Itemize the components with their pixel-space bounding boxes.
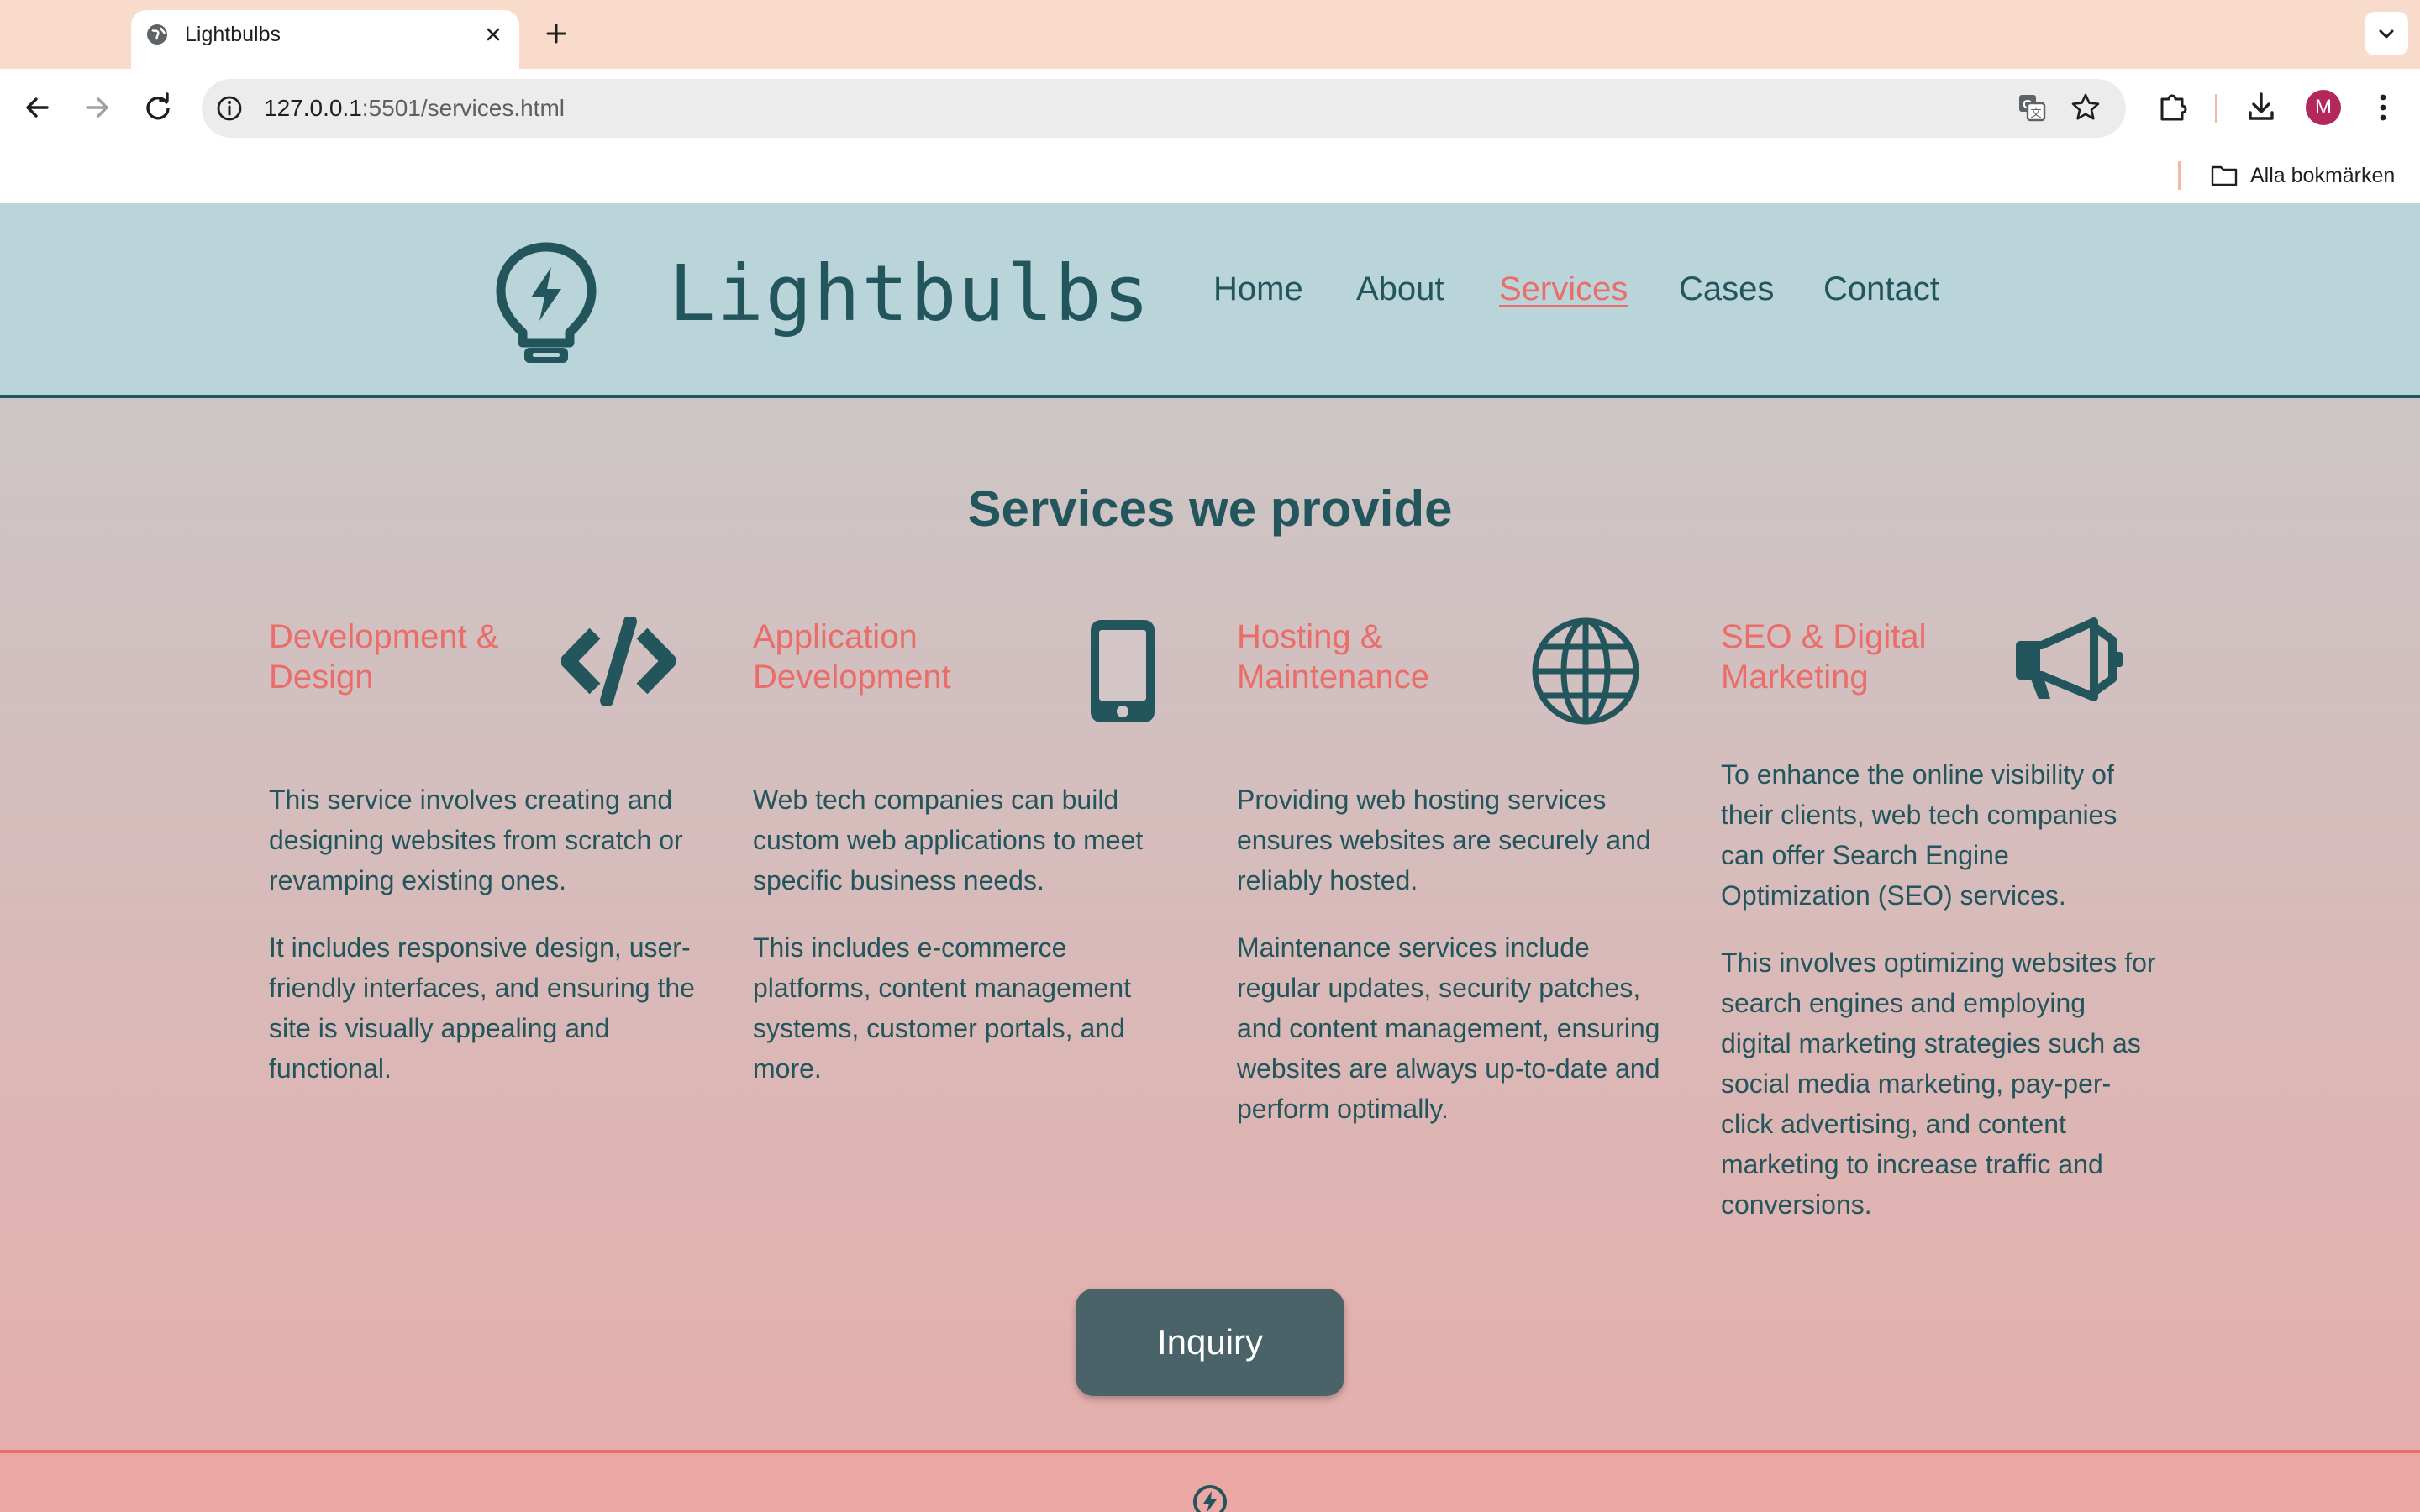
code-icon xyxy=(561,617,676,706)
reload-icon[interactable] xyxy=(138,87,178,128)
service-title-line: Development xyxy=(753,659,951,696)
service-title-seo: SEO & Digital Marketing xyxy=(1721,617,1927,697)
service-title-line: SEO & Digital xyxy=(1721,618,1927,655)
mobile-phone-icon xyxy=(1091,620,1155,722)
service-title-line: Maintenance xyxy=(1237,659,1430,696)
close-icon[interactable] xyxy=(481,22,506,47)
url-text[interactable]: 127.0.0.1:5501/services.html xyxy=(264,92,565,124)
more-menu-icon[interactable] xyxy=(2368,89,2398,126)
tab-title: Lightbulbs xyxy=(185,23,281,46)
all-bookmarks-label[interactable]: Alla bokmärken xyxy=(2250,162,2395,189)
forward-arrow-icon[interactable] xyxy=(77,87,118,128)
svg-text:文: 文 xyxy=(2030,108,2041,120)
url-path: :5501/services.html xyxy=(361,95,565,121)
service-title-hosting: Hosting & Maintenance xyxy=(1237,617,1429,697)
profile-avatar[interactable]: M xyxy=(2306,90,2341,125)
nav-about[interactable]: About xyxy=(1356,269,1444,309)
nav-home[interactable]: Home xyxy=(1213,269,1303,309)
service-title-development: Development & Design xyxy=(269,617,498,697)
service-title-line: Marketing xyxy=(1721,659,1869,696)
toolbar-separator xyxy=(2215,94,2217,123)
site-logo-text[interactable]: Lightbulbs xyxy=(669,252,1151,336)
site-header xyxy=(0,203,2420,398)
nav-cases[interactable]: Cases xyxy=(1679,269,1774,309)
service-description: To enhance the online visibility of thei… xyxy=(1721,759,2118,911)
bookmarks-separator xyxy=(2178,161,2181,190)
globe-favicon-icon xyxy=(147,24,167,45)
service-title-line: Design xyxy=(269,659,374,696)
new-tab-plus-icon[interactable] xyxy=(541,18,571,49)
url-host: 127.0.0.1 xyxy=(264,95,362,121)
service-title-line: Hosting & xyxy=(1237,618,1383,655)
back-arrow-icon[interactable] xyxy=(17,87,57,128)
service-title-line: Application xyxy=(753,618,918,655)
megaphone-icon xyxy=(2016,617,2123,701)
inquiry-button[interactable]: Inquiry xyxy=(1076,1289,1344,1396)
page-title: Services we provide xyxy=(967,480,1453,537)
extensions-puzzle-icon[interactable] xyxy=(2154,89,2191,126)
bookmarks-bar xyxy=(0,146,2420,203)
globe-icon xyxy=(1532,617,1639,725)
folder-icon[interactable] xyxy=(2210,163,2238,188)
footer-logo-icon[interactable] xyxy=(1192,1483,1228,1512)
site-info-icon[interactable] xyxy=(213,92,245,124)
service-description: It includes responsive design, user-frie… xyxy=(269,932,695,1084)
service-description: This includes e-commerce platforms, cont… xyxy=(753,932,1132,1084)
service-title-application: Application Development xyxy=(753,617,951,697)
tab-search-button[interactable] xyxy=(2365,12,2408,55)
translate-icon[interactable]: G 文 xyxy=(2015,91,2049,124)
service-description: This service involves creating and desig… xyxy=(269,785,683,895)
service-description: Web tech companies can build custom web … xyxy=(753,785,1144,895)
service-title-line: Development & xyxy=(269,618,499,655)
lightbulb-logo-icon[interactable] xyxy=(494,242,598,366)
service-description: This involves optimizing websites for se… xyxy=(1721,948,2156,1220)
bookmark-star-icon[interactable] xyxy=(2069,91,2102,124)
chevron-down-icon xyxy=(2379,29,2394,39)
download-icon[interactable] xyxy=(2242,87,2281,126)
service-description: Providing web hosting services ensures w… xyxy=(1237,785,1651,895)
nav-services[interactable]: Services xyxy=(1499,269,1628,309)
service-description: Maintenance services include regular upd… xyxy=(1237,932,1660,1124)
nav-contact[interactable]: Contact xyxy=(1823,269,1939,309)
